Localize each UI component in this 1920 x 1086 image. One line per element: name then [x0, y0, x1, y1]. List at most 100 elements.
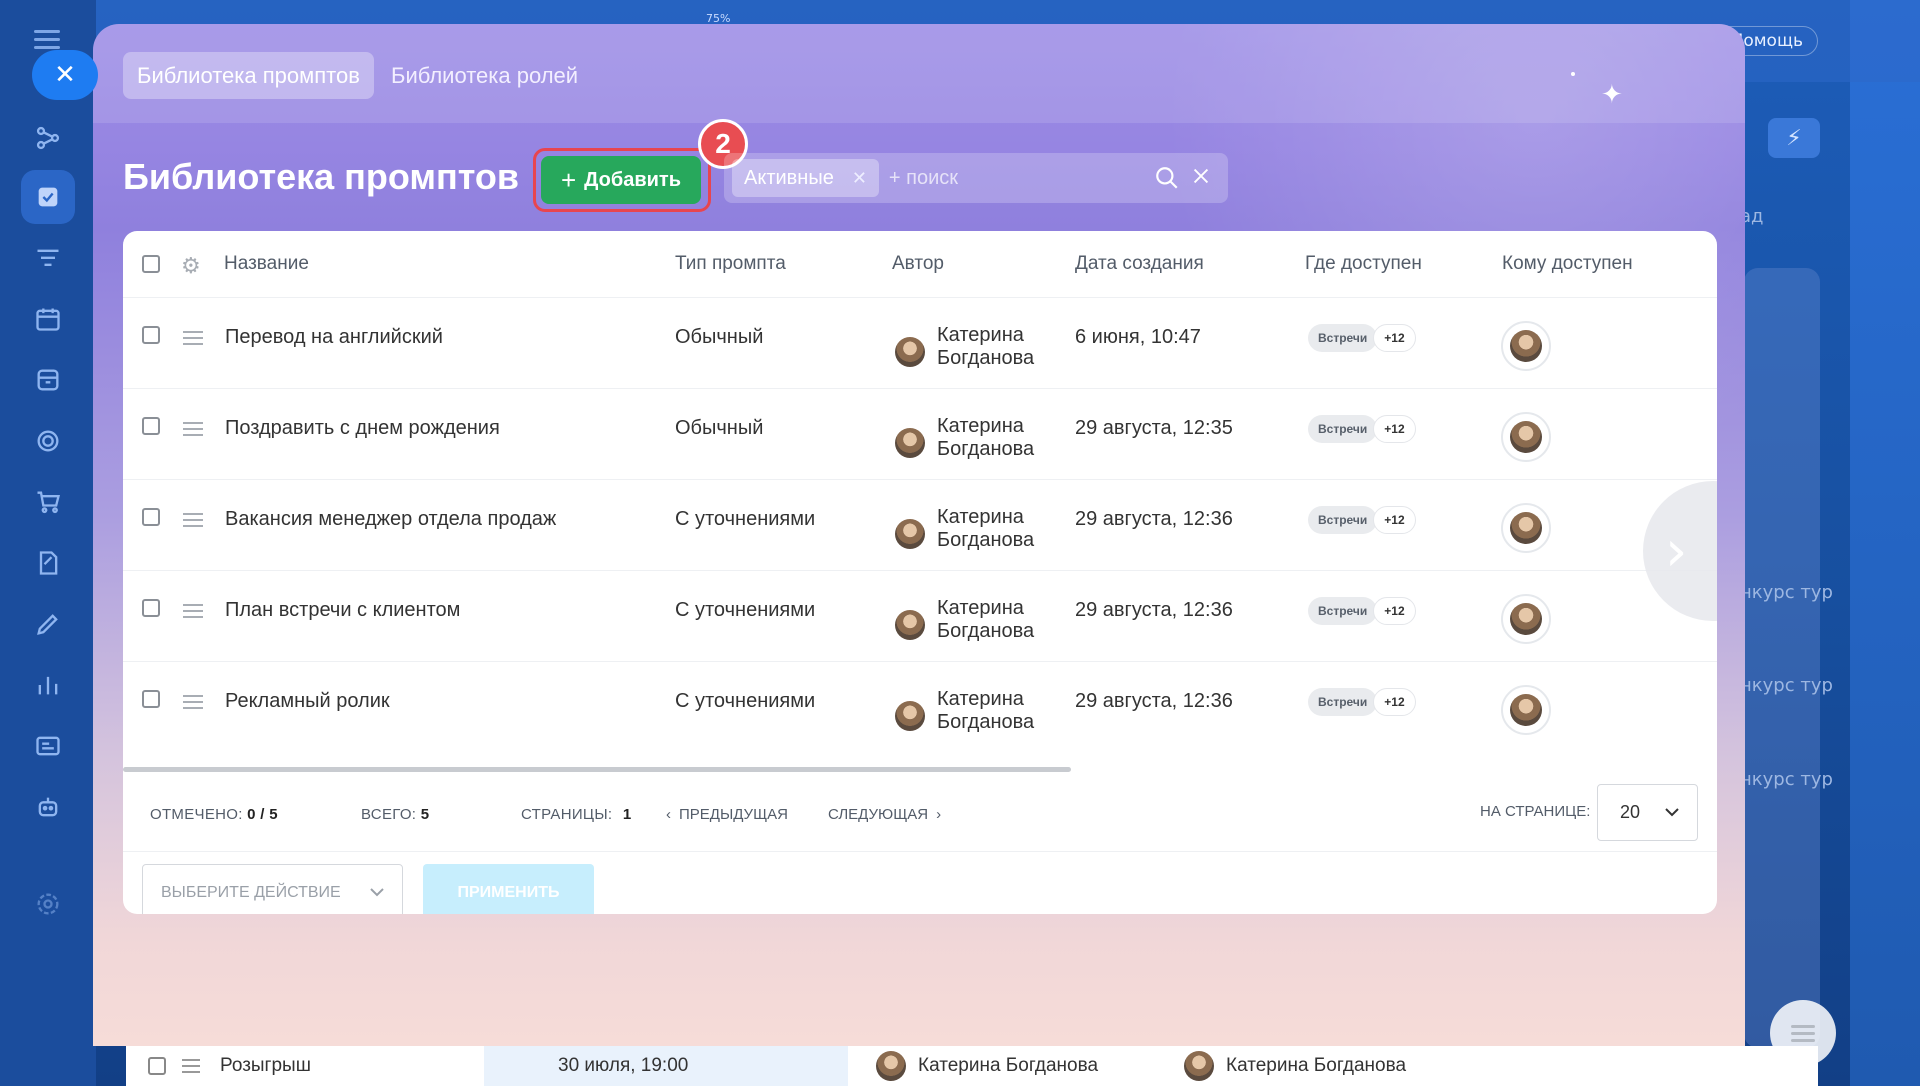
- table-row[interactable]: Вакансия менеджер отдела продаж С уточне…: [123, 480, 1717, 571]
- table-row[interactable]: Рекламный ролик С уточнениями Катерина Бо…: [123, 662, 1717, 753]
- total-count: Всего: 5: [361, 806, 430, 823]
- chat-float-button[interactable]: [1770, 1000, 1836, 1066]
- row-access-avatar[interactable]: [1501, 594, 1551, 644]
- more-pill[interactable]: +12: [1373, 597, 1416, 625]
- add-button[interactable]: + Добавить: [541, 156, 701, 204]
- flow-icon[interactable]: [34, 124, 62, 152]
- pages-count: Страницы: 1: [521, 806, 632, 823]
- table-row[interactable]: План встречи с клиентом С уточнениями Ка…: [123, 571, 1717, 662]
- tasks-icon[interactable]: [21, 170, 75, 224]
- row-name: Розыгрыш: [220, 1055, 311, 1076]
- search-icon[interactable]: [1154, 165, 1180, 191]
- calendar-icon[interactable]: [34, 305, 62, 333]
- target-icon[interactable]: [34, 427, 62, 455]
- clear-icon[interactable]: [1190, 165, 1212, 187]
- row-access-avatar[interactable]: [1501, 412, 1551, 462]
- lightning-button[interactable]: ⚡: [1768, 118, 1820, 158]
- row-type: С уточнениями: [675, 690, 816, 712]
- row-where[interactable]: Встречи +12: [1308, 506, 1416, 534]
- horizontal-scrollbar[interactable]: [123, 767, 1071, 772]
- table-row[interactable]: Поздравить с днем рождения Обычный Катер…: [123, 389, 1717, 480]
- row-checkbox[interactable]: [142, 417, 160, 435]
- gear-icon[interactable]: ⚙: [181, 253, 201, 279]
- next-page-link[interactable]: Следующая ›: [828, 806, 941, 823]
- close-modal-button[interactable]: ✕: [32, 50, 98, 100]
- row-checkbox[interactable]: [142, 599, 160, 617]
- row-where[interactable]: Встречи +12: [1308, 688, 1416, 716]
- settings-icon[interactable]: [34, 890, 62, 918]
- row-name[interactable]: План встречи с клиентом: [225, 597, 460, 624]
- column-header-where[interactable]: Где доступен: [1305, 253, 1422, 275]
- filter-icon[interactable]: [34, 245, 62, 273]
- more-pill[interactable]: +12: [1373, 324, 1416, 352]
- avatar: [895, 337, 925, 367]
- table-row[interactable]: Перевод на английский Обычный Катерина Бо…: [123, 298, 1717, 389]
- search-input[interactable]: [888, 166, 1154, 190]
- pen-icon[interactable]: [34, 610, 62, 638]
- row-checkbox[interactable]: [142, 690, 160, 708]
- left-sidebar: [0, 0, 96, 1086]
- more-pill[interactable]: +12: [1373, 688, 1416, 716]
- sparkle-icon: ✦: [1601, 80, 1623, 110]
- where-pill: Встречи: [1308, 597, 1378, 625]
- row-where[interactable]: Встречи +12: [1308, 597, 1416, 625]
- avatar: [1510, 330, 1542, 362]
- chip-close-icon[interactable]: ✕: [852, 168, 867, 189]
- row-type: Обычный: [675, 417, 764, 439]
- tabs-bar: Библиотека промптов Библиотека ролей ✦: [93, 24, 1745, 123]
- drag-handle-icon[interactable]: [183, 601, 203, 622]
- action-select-label: Выберите действие: [161, 883, 341, 901]
- row-access-avatar[interactable]: [1501, 685, 1551, 735]
- row-checkbox[interactable]: [148, 1057, 166, 1075]
- more-pill[interactable]: +12: [1373, 506, 1416, 534]
- row-where[interactable]: Встречи +12: [1308, 324, 1416, 352]
- column-header-type[interactable]: Тип промпта: [675, 253, 786, 275]
- drag-handle-icon[interactable]: [183, 419, 203, 440]
- column-header-author[interactable]: Автор: [892, 253, 944, 275]
- drag-handle-icon[interactable]: [182, 1055, 200, 1077]
- per-page-select[interactable]: 20: [1597, 784, 1698, 841]
- row-checkbox[interactable]: [142, 508, 160, 526]
- row-access-avatar[interactable]: [1501, 321, 1551, 371]
- row-author[interactable]: Катерина Богданова: [895, 597, 1034, 643]
- row-checkbox[interactable]: [142, 326, 160, 344]
- apply-button[interactable]: Применить: [423, 864, 594, 914]
- row-author[interactable]: Катерина Богданова: [895, 506, 1034, 552]
- row-author[interactable]: Катерина Богданова: [895, 324, 1034, 370]
- prev-page-link[interactable]: ‹ Предыдущая: [666, 806, 788, 823]
- tab-prompt-library[interactable]: Библиотека промптов: [123, 52, 374, 99]
- column-header-who[interactable]: Кому доступен: [1502, 253, 1633, 275]
- avatar: [1510, 694, 1542, 726]
- list-icon: [1791, 1025, 1815, 1042]
- filter-search-box[interactable]: Активные ✕: [724, 153, 1228, 203]
- drag-handle-icon[interactable]: [183, 328, 203, 349]
- more-pill[interactable]: +12: [1373, 415, 1416, 443]
- column-header-created[interactable]: Дата создания: [1075, 253, 1204, 275]
- row-name[interactable]: Поздравить с днем рождения: [225, 415, 500, 442]
- select-all-checkbox[interactable]: [142, 255, 160, 273]
- row-name[interactable]: Вакансия менеджер отдела продаж: [225, 506, 556, 533]
- row-author[interactable]: Катерина Богданова: [895, 415, 1034, 461]
- avatar: [1510, 512, 1542, 544]
- avatar: [895, 519, 925, 549]
- cart-icon[interactable]: [34, 488, 62, 516]
- column-header-name[interactable]: Название: [224, 253, 309, 275]
- drag-handle-icon[interactable]: [183, 692, 203, 713]
- row-name[interactable]: Рекламный ролик: [225, 688, 390, 715]
- drag-handle-icon[interactable]: [183, 510, 203, 531]
- row-where[interactable]: Встречи +12: [1308, 415, 1416, 443]
- analytics-icon[interactable]: [34, 671, 62, 699]
- menu-icon[interactable]: [34, 30, 60, 50]
- filter-chip[interactable]: Активные ✕: [732, 159, 879, 197]
- document-edit-icon[interactable]: [34, 549, 62, 577]
- box-icon[interactable]: [34, 366, 62, 394]
- id-card-icon[interactable]: [34, 732, 62, 760]
- action-select[interactable]: Выберите действие: [142, 864, 403, 914]
- row-name[interactable]: Перевод на английский: [225, 324, 443, 351]
- row-access-avatar[interactable]: [1501, 503, 1551, 553]
- tab-role-library[interactable]: Библиотека ролей: [377, 52, 592, 99]
- robot-icon[interactable]: [34, 793, 62, 821]
- row-author[interactable]: Катерина Богданова: [895, 688, 1034, 734]
- row-date: 29 августа, 12:36: [1075, 599, 1233, 621]
- add-button-label: Добавить: [584, 168, 682, 191]
